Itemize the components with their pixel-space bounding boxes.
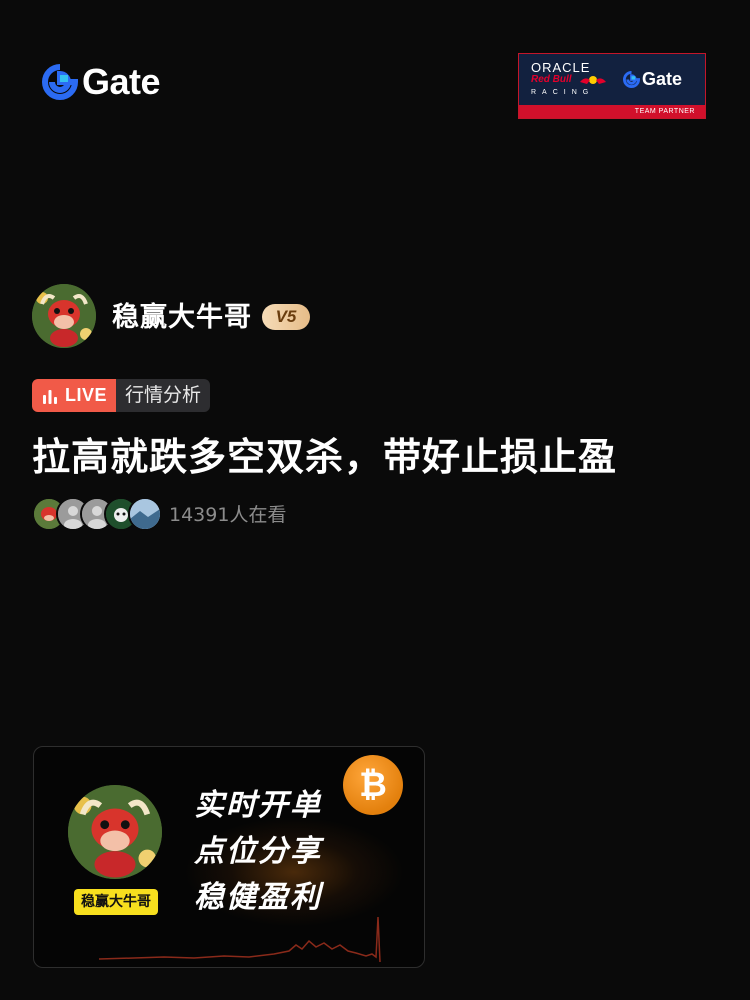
host-avatar[interactable] bbox=[32, 284, 96, 348]
partner-banner: ORACLE Red Bull RACING Gate TEAM PARTNER bbox=[518, 53, 706, 119]
racing-text: RACING bbox=[531, 89, 595, 96]
cover-slogan-line: 点位分享 bbox=[194, 834, 322, 869]
live-label: LIVE bbox=[65, 385, 108, 405]
viewer-count: 14391人在看 bbox=[169, 504, 287, 526]
cover-price-chart bbox=[98, 916, 381, 963]
redbull-text: Red Bull bbox=[531, 74, 572, 85]
live-cover-card[interactable]: 稳赢大牛哥 实时开单 点位分享 稳健盈利 ₿ bbox=[33, 746, 425, 968]
bull-avatar-icon bbox=[68, 785, 162, 879]
cover-slogan-line: 实时开单 bbox=[194, 788, 322, 823]
bitcoin-icon: ₿ bbox=[343, 755, 403, 815]
logo-text: Gate bbox=[82, 61, 161, 102]
cover-host-avatar bbox=[68, 785, 162, 879]
oracle-text: ORACLE bbox=[531, 60, 591, 75]
partner-gate-text: Gate bbox=[642, 69, 683, 89]
viewer-avatar bbox=[128, 497, 162, 531]
gate-logo-icon bbox=[623, 71, 640, 88]
live-indicator: LIVE bbox=[32, 379, 117, 412]
host-name[interactable]: 稳赢大牛哥 bbox=[112, 300, 252, 336]
redbull-logo-icon bbox=[580, 76, 606, 84]
viewer-avatars bbox=[32, 497, 162, 531]
level-badge: V5 bbox=[262, 304, 310, 330]
bitcoin-symbol: ₿ bbox=[359, 766, 387, 804]
gate-logo[interactable]: Gate bbox=[42, 61, 161, 102]
landscape-avatar-icon bbox=[130, 499, 160, 529]
partner-gate-logo: Gate bbox=[623, 69, 682, 90]
live-bars-icon bbox=[43, 389, 57, 404]
gate-logo-icon bbox=[42, 64, 78, 100]
team-partner-text: TEAM PARTNER bbox=[634, 108, 695, 115]
bull-avatar-icon bbox=[32, 284, 96, 348]
team-partner-strip: TEAM PARTNER bbox=[519, 105, 705, 118]
stream-title: 拉高就跌多空双杀，带好止损止盈 bbox=[32, 435, 618, 479]
live-category: 行情分析 bbox=[116, 379, 211, 412]
live-tag: LIVE 行情分析 bbox=[32, 379, 211, 412]
